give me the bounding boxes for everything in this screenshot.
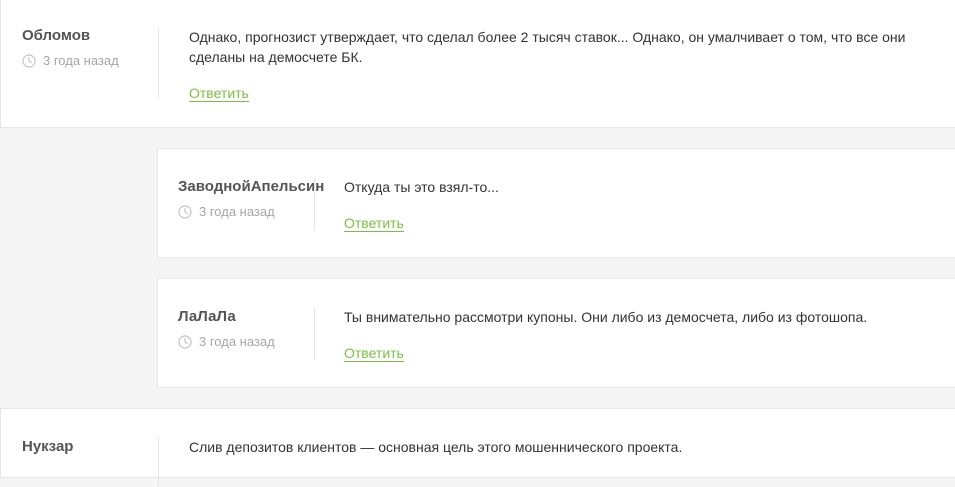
comment-author[interactable]: ЛаЛаЛа [178,308,275,326]
comment-meta: Обломов 3 года назад [22,27,119,68]
comment-divider [314,178,315,230]
comment-meta: ЛаЛаЛа 3 года назад [178,308,275,349]
comment-meta: ЗаводнойАпельсин 3 года назад [178,178,324,219]
comment-time-text: 3 года назад [43,53,119,68]
clock-icon [178,334,192,349]
comment-divider [158,28,159,98]
clock-icon [22,53,36,68]
comment-text: Ты внимательно рассмотри купоны. Они либ… [344,309,868,325]
clock-icon [178,204,192,219]
reply-link[interactable]: Ответить [189,85,249,102]
comment: Обломов 3 года назад Однако, прогнозист … [0,0,955,128]
comment-time: 3 года назад [22,53,119,68]
comment: Нукзар Слив депозитов клиентов — основна… [0,408,955,487]
comment-reply: ЗаводнойАпельсин 3 года назад Откуда ты … [157,148,955,258]
comment-meta: Нукзар [22,438,73,456]
comment-reply: ЛаЛаЛа 3 года назад Ты внимательно рассм… [157,278,955,388]
comment-author[interactable]: Обломов [22,27,119,45]
comment-text: Откуда ты это взял-то... [344,179,499,195]
comment-time-text: 3 года назад [199,334,275,349]
reply-link[interactable]: Ответить [344,215,404,232]
comment-divider [158,437,159,487]
comment-divider [314,308,315,360]
comment-author[interactable]: ЗаводнойАпельсин [178,178,324,196]
comment-time-text: 3 года назад [199,204,275,219]
comment-author[interactable]: Нукзар [22,438,73,456]
comment-text: Однако, прогнозист утверждает, что сдела… [189,29,906,65]
comment-time: 3 года назад [178,204,324,219]
reply-link[interactable]: Ответить [344,345,404,362]
comment-text: Слив депозитов клиентов — основная цель … [189,439,683,455]
comment-time: 3 года назад [178,334,275,349]
